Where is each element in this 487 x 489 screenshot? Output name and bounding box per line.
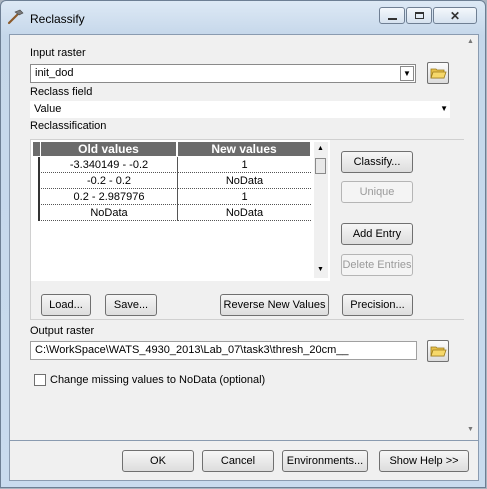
scroll-down-icon[interactable]: ▼ — [317, 266, 324, 273]
col-new-values[interactable]: New values — [178, 142, 310, 156]
delete-entries-button[interactable]: Delete Entries — [341, 254, 413, 276]
new-value-cell[interactable]: NoData — [178, 173, 311, 189]
old-value-cell[interactable]: 0.2 - 2.987976 — [41, 189, 178, 205]
scroll-up-icon[interactable]: ▲ — [467, 38, 474, 45]
input-raster-value: init_dod — [35, 67, 74, 79]
input-raster-combo[interactable]: init_dod ▼ — [30, 64, 416, 83]
dialog-footer: OK Cancel Environments... Show Help >> — [9, 441, 479, 481]
new-value-cell[interactable]: NoData — [178, 205, 311, 221]
close-icon: ✕ — [449, 8, 461, 23]
output-raster-value: C:\WorkSpace\WATS_4930_2013\Lab_07\task3… — [35, 344, 349, 356]
ok-button[interactable]: OK — [122, 450, 194, 472]
table-row[interactable]: NoData NoData — [33, 205, 311, 221]
scrollbar-thumb[interactable] — [315, 158, 326, 174]
row-selector-column[interactable] — [33, 157, 40, 221]
maximize-button[interactable] — [406, 7, 432, 24]
scroll-up-icon[interactable]: ▲ — [317, 145, 324, 152]
add-entry-button[interactable]: Add Entry — [341, 223, 413, 245]
reclass-field-label: Reclass field — [30, 86, 93, 98]
missing-values-checkbox[interactable] — [34, 374, 46, 386]
col-old-values[interactable]: Old values — [41, 142, 176, 156]
table-row[interactable]: -0.2 - 0.2 NoData — [33, 173, 311, 189]
environments-button[interactable]: Environments... — [282, 450, 368, 472]
dialog-body: Input raster init_dod ▼ Reclass field Va… — [9, 34, 479, 441]
precision-button[interactable]: Precision... — [342, 294, 413, 316]
dialog-scrollbar[interactable]: ▲ ▼ — [464, 35, 478, 440]
reclass-table[interactable]: Old values New values -3.340149 - -0.2 1… — [31, 140, 330, 281]
scroll-down-icon[interactable]: ▼ — [467, 426, 474, 433]
load-button[interactable]: Load... — [41, 294, 91, 316]
input-raster-label: Input raster — [30, 47, 86, 59]
reclass-field-combo[interactable]: Value ▼ — [30, 101, 450, 118]
minimize-button[interactable] — [379, 7, 405, 24]
save-button[interactable]: Save... — [105, 294, 157, 316]
reclassification-group: Old values New values -3.340149 - -0.2 1… — [30, 139, 473, 320]
output-raster-field[interactable]: C:\WorkSpace\WATS_4930_2013\Lab_07\task3… — [30, 341, 417, 360]
open-folder-icon — [430, 346, 447, 357]
classify-button[interactable]: Classify... — [341, 151, 413, 173]
new-value-cell[interactable]: 1 — [178, 157, 311, 173]
minimize-icon — [387, 17, 397, 20]
row-header-corner — [33, 142, 40, 156]
hammer-icon — [7, 9, 24, 25]
table-row[interactable]: -3.340149 - -0.2 1 — [33, 157, 311, 173]
close-button[interactable]: ✕ — [433, 7, 477, 24]
chevron-down-icon[interactable]: ▼ — [400, 66, 414, 81]
missing-values-label: Change missing values to NoData (optiona… — [50, 374, 266, 386]
reclass-table-area: Old values New values -3.340149 - -0.2 1… — [33, 142, 311, 222]
maximize-icon — [414, 12, 424, 19]
old-value-cell[interactable]: -0.2 - 0.2 — [41, 173, 178, 189]
table-scrollbar[interactable]: ▲ ▼ — [314, 142, 328, 278]
window-title: Reclassify — [30, 12, 85, 26]
output-raster-browse-button[interactable] — [427, 340, 449, 362]
reclass-field-value: Value — [34, 103, 62, 115]
input-raster-browse-button[interactable] — [427, 62, 449, 84]
new-value-cell[interactable]: 1 — [178, 189, 311, 205]
reclassification-label: Reclassification — [30, 120, 107, 132]
title-bar[interactable]: Reclassify ✕ — [1, 1, 485, 34]
output-raster-label: Output raster — [30, 325, 95, 337]
unique-button[interactable]: Unique — [341, 181, 413, 203]
table-row[interactable]: 0.2 - 2.987976 1 — [33, 189, 311, 205]
open-folder-icon — [430, 68, 447, 79]
reverse-new-values-button[interactable]: Reverse New Values — [220, 294, 329, 316]
old-value-cell[interactable]: NoData — [41, 205, 178, 221]
cancel-button[interactable]: Cancel — [202, 450, 274, 472]
show-help-button[interactable]: Show Help >> — [379, 450, 469, 472]
reclassify-dialog: Reclassify ✕ Input raster init_dod ▼ Rec… — [0, 0, 486, 488]
chevron-down-icon[interactable]: ▼ — [440, 104, 448, 113]
old-value-cell[interactable]: -3.340149 - -0.2 — [41, 157, 178, 173]
